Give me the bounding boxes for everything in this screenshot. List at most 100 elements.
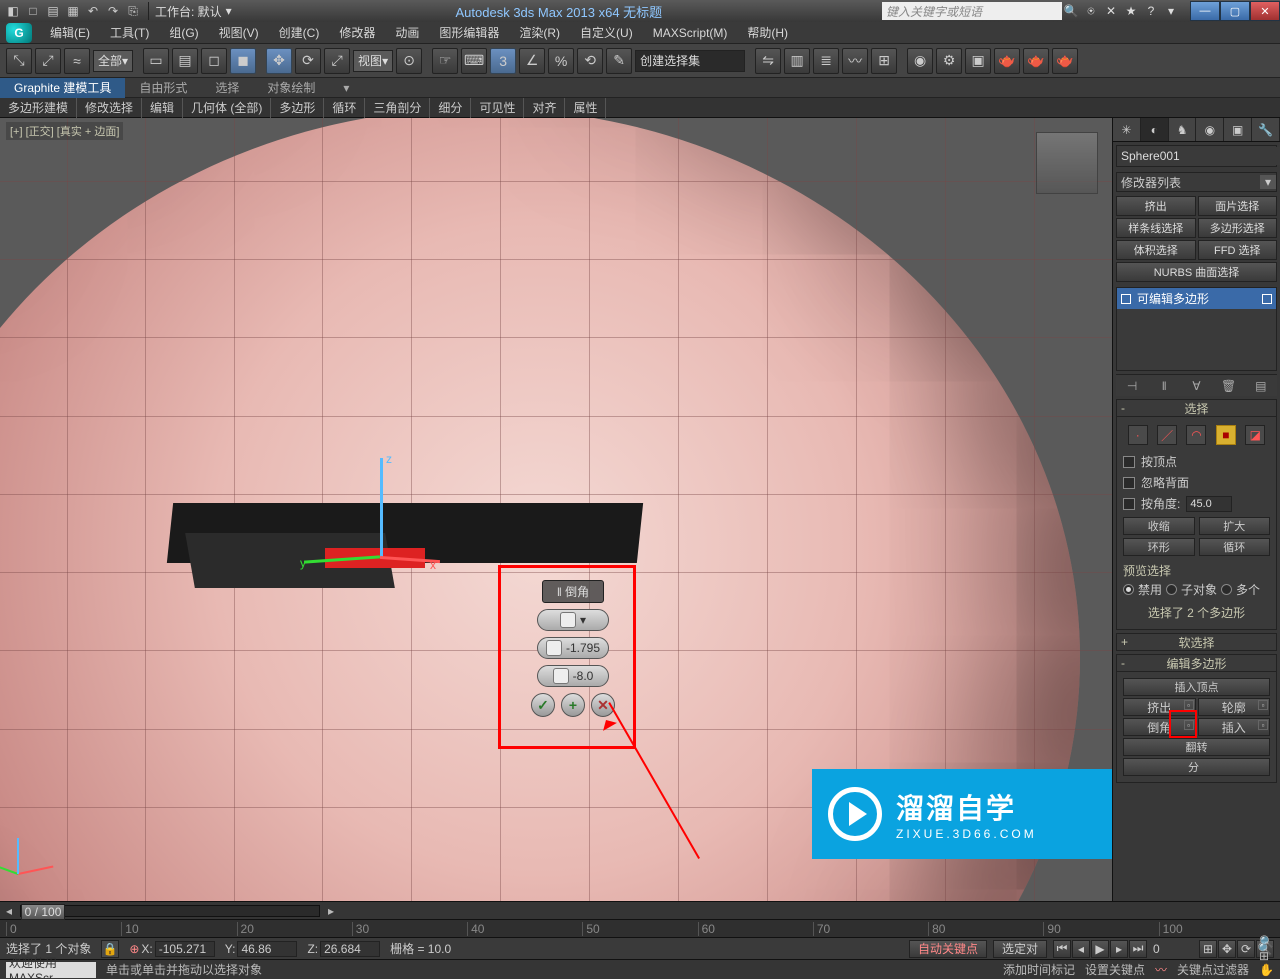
tab-selection[interactable]: 选择	[201, 78, 253, 98]
spinner-snap-icon[interactable]: ⟲	[577, 48, 603, 74]
panel-align[interactable]: 对齐	[524, 98, 565, 118]
rollout-softsel-header[interactable]: +软选择	[1116, 633, 1277, 651]
slider-start-icon[interactable]: ◂	[6, 904, 12, 918]
panel-modsel[interactable]: 修改选择	[77, 98, 142, 118]
panel-poly[interactable]: 多边形	[271, 98, 324, 118]
nav-zoom-icon[interactable]: 🔍	[1259, 935, 1274, 949]
settings-icon[interactable]: ▫	[1258, 720, 1268, 730]
inset-button[interactable]: 插入▫	[1198, 718, 1271, 736]
panel-loop[interactable]: 循环	[324, 98, 365, 118]
keyfilter-button[interactable]: 关键点过滤器	[1177, 961, 1249, 978]
menu-grapheditors[interactable]: 图形编辑器	[429, 22, 509, 44]
tab-hierarchy-icon[interactable]: ♞	[1169, 118, 1197, 141]
select-by-name-icon[interactable]: ▤	[172, 48, 198, 74]
bind-spacewarp-icon[interactable]: ≈	[64, 48, 90, 74]
panel-edit[interactable]: 编辑	[142, 98, 183, 118]
tab-create-icon[interactable]: ✳	[1113, 118, 1141, 141]
angle-spinner[interactable]: 45.0	[1186, 496, 1232, 512]
edit-named-sel-icon[interactable]: ✎	[606, 48, 632, 74]
ring-button[interactable]: 环形	[1123, 538, 1195, 556]
view-cube[interactable]	[1036, 132, 1098, 194]
rollout-selection-header[interactable]: -选择	[1116, 399, 1277, 417]
tab-motion-icon[interactable]: ◉	[1196, 118, 1224, 141]
panel-subdiv[interactable]: 细分	[430, 98, 471, 118]
so-vertex-icon[interactable]: ·	[1128, 425, 1148, 445]
app-logo-icon[interactable]: G	[6, 23, 32, 43]
named-selection-set[interactable]: 创建选择集	[635, 50, 745, 72]
nav-zoomall-icon[interactable]: ⊞	[1259, 949, 1274, 963]
panel-geom[interactable]: 几何体 (全部)	[183, 98, 271, 118]
use-center-icon[interactable]: ⊙	[396, 48, 422, 74]
mod-volsel[interactable]: 体积选择	[1116, 240, 1196, 260]
mod-ffdsel[interactable]: FFD 选择	[1198, 240, 1278, 260]
manipulate-icon[interactable]: ☞	[432, 48, 458, 74]
tab-utilities-icon[interactable]: 🔧	[1252, 118, 1280, 141]
radio-subobj[interactable]	[1166, 584, 1177, 595]
keyfilter-icon[interactable]: 〰	[1155, 961, 1167, 978]
selection-filter[interactable]: 全部 ▾	[93, 50, 133, 72]
redo-icon[interactable]: ↷	[104, 2, 122, 20]
open-icon[interactable]: ▤	[44, 2, 62, 20]
rotate-icon[interactable]: ⟳	[295, 48, 321, 74]
minimize-button[interactable]: —	[1190, 1, 1220, 21]
tab-objectpaint[interactable]: 对象绘制	[253, 78, 329, 98]
maxscript-mini[interactable]: 欢迎使用 MAXScr	[6, 962, 96, 978]
menu-edit[interactable]: 编辑(E)	[40, 22, 100, 44]
object-name-field[interactable]	[1116, 145, 1277, 167]
coord-z-value[interactable]: 26.684	[320, 941, 380, 957]
tab-graphite[interactable]: Graphite 建模工具	[0, 78, 125, 98]
nav-pan-icon[interactable]: ✋	[1259, 963, 1274, 977]
unlink-icon[interactable]: ⤢	[35, 48, 61, 74]
radio-multi[interactable]	[1221, 584, 1232, 595]
add-time-tag[interactable]: 添加时间标记	[1003, 961, 1075, 978]
settings-icon[interactable]: ▫	[1184, 700, 1194, 710]
menu-render[interactable]: 渲染(R)	[509, 22, 570, 44]
select-link-icon[interactable]: ⤡	[6, 48, 32, 74]
panel-vis[interactable]: 可见性	[471, 98, 524, 118]
tab-freeform[interactable]: 自由形式	[125, 78, 201, 98]
menu-modifiers[interactable]: 修改器	[329, 22, 385, 44]
close-button[interactable]: ✕	[1250, 1, 1280, 21]
mod-polysel[interactable]: 多边形选择	[1198, 218, 1278, 238]
menu-customize[interactable]: 自定义(U)	[570, 22, 643, 44]
render-frame-icon[interactable]: ▣	[965, 48, 991, 74]
menu-help[interactable]: 帮助(H)	[737, 22, 798, 44]
stack-toggle-icon[interactable]	[1262, 294, 1272, 304]
viewport[interactable]: z x y ‖ 倒角 ▾ -1.795 -8.0 ✓ + ✕ [+] [正交] …	[0, 118, 1112, 901]
ribbon-expand-icon[interactable]: ▾	[329, 78, 363, 98]
chevron-down-icon[interactable]: ▾	[1162, 2, 1180, 20]
new-icon[interactable]: □	[24, 2, 42, 20]
select-region-icon[interactable]: ◻	[201, 48, 227, 74]
scale-icon[interactable]: ⤢	[324, 48, 350, 74]
render-icon[interactable]: 🫖	[994, 48, 1020, 74]
render-iterative-icon[interactable]: 🫖	[1023, 48, 1049, 74]
workspace-selector[interactable]: 工作台: 默认 ▾	[155, 3, 232, 20]
coord-y-value[interactable]: 46.86	[237, 941, 297, 957]
search-icon[interactable]: 🔍	[1062, 2, 1080, 20]
help-search-input[interactable]: 键入关键字或短语	[882, 2, 1062, 20]
menu-animation[interactable]: 动画	[385, 22, 429, 44]
so-border-icon[interactable]: ◠	[1186, 425, 1206, 445]
move-gizmo[interactable]: z x y	[380, 458, 440, 578]
radio-disable[interactable]	[1123, 584, 1134, 595]
mirror-icon[interactable]: ⇋	[755, 48, 781, 74]
settings-icon[interactable]: ▫	[1258, 700, 1268, 710]
mod-nurbssel[interactable]: NURBS 曲面选择	[1116, 262, 1277, 282]
flip-button[interactable]: 翻转	[1123, 738, 1270, 756]
menu-create[interactable]: 创建(C)	[269, 22, 330, 44]
coord-x-value[interactable]: -105.271	[155, 941, 215, 957]
layers-icon[interactable]: ≣	[813, 48, 839, 74]
app-menu-icon[interactable]: ◧	[4, 2, 22, 20]
menu-group[interactable]: 组(G)	[159, 22, 208, 44]
so-polygon-icon[interactable]: ■	[1216, 425, 1236, 445]
pin-stack-icon[interactable]: ⊣	[1123, 377, 1141, 395]
loop-button[interactable]: 循环	[1199, 538, 1271, 556]
lock-selection-icon[interactable]: 🔒	[101, 940, 119, 958]
chk-by-vertex[interactable]: 按顶点	[1123, 451, 1270, 472]
so-element-icon[interactable]: ◪	[1245, 425, 1265, 445]
shrink-button[interactable]: 收缩	[1123, 517, 1195, 535]
fen-button[interactable]: 分	[1123, 758, 1270, 776]
percent-snap-icon[interactable]: %	[548, 48, 574, 74]
snap-toggle-icon[interactable]: 3	[490, 48, 516, 74]
mod-patchsel[interactable]: 面片选择	[1198, 196, 1278, 216]
